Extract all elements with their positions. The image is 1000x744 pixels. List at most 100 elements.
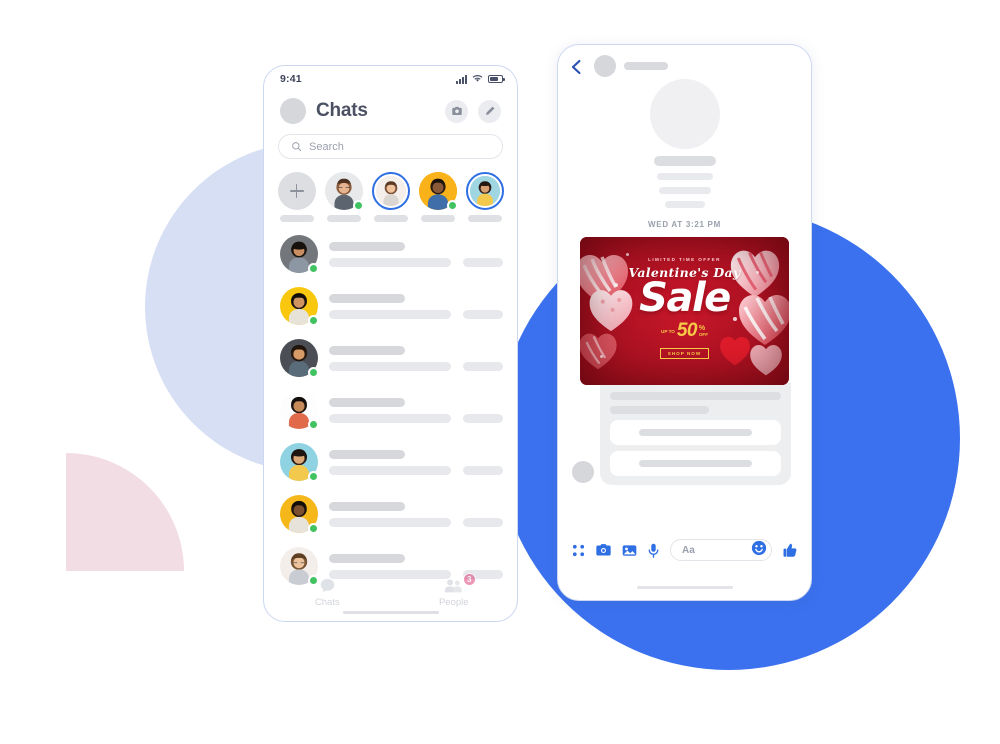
- back-button[interactable]: [570, 59, 582, 80]
- quick-reply-button[interactable]: [610, 420, 781, 445]
- chat-row-placeholders: [329, 293, 503, 319]
- chat-bubble-icon: [320, 578, 335, 593]
- photo-icon: [622, 544, 637, 556]
- gallery-button[interactable]: [622, 544, 637, 557]
- tab-chats[interactable]: Chats: [292, 577, 362, 608]
- plus-icon: [277, 172, 316, 210]
- avatar: [280, 235, 319, 274]
- online-indicator: [308, 263, 319, 274]
- status-bar: 9:41: [264, 66, 517, 92]
- table-row[interactable]: [264, 436, 517, 488]
- shop-now-button[interactable]: SHOP NOW: [659, 348, 710, 359]
- chat-row-placeholders: [329, 501, 503, 527]
- emoji-smiley-icon: [751, 540, 767, 555]
- contact-avatar[interactable]: [594, 55, 616, 77]
- ad-discount: UP TO 50 % OFF: [580, 320, 789, 342]
- message-line: [610, 406, 710, 414]
- ad-discount-suffix: OFF: [698, 332, 708, 337]
- search-input[interactable]: Search: [278, 134, 503, 159]
- ad-discount-value: 50: [676, 320, 698, 341]
- back-chevron-icon: [571, 59, 581, 75]
- message-input-placeholder: Aa: [682, 544, 695, 556]
- online-indicator: [308, 471, 319, 482]
- battery-icon: [488, 75, 505, 83]
- pink-quarter-circle-decoration: [66, 453, 184, 571]
- search-placeholder: Search: [309, 140, 344, 153]
- search-container: Search: [264, 126, 517, 168]
- people-icon: [445, 579, 462, 593]
- microphone-icon: [648, 543, 659, 558]
- story-label-placeholder: [326, 215, 361, 222]
- avatar: [280, 443, 319, 482]
- story-label-placeholder: [279, 215, 314, 222]
- story-avatar-1[interactable]: [323, 172, 364, 222]
- story-avatar-3[interactable]: [417, 172, 458, 222]
- story-label-placeholder: [420, 215, 455, 222]
- mic-button[interactable]: [648, 543, 659, 558]
- emoji-button[interactable]: [751, 540, 767, 561]
- ad-kicker: LIMITED TIME OFFER: [648, 257, 721, 262]
- camera-icon: [596, 544, 611, 556]
- profile-line: [653, 156, 716, 166]
- online-indicator: [308, 367, 319, 378]
- apps-button[interactable]: [572, 544, 585, 557]
- table-row[interactable]: [264, 228, 517, 280]
- chats-header: Chats: [264, 92, 517, 126]
- status-icons: [456, 70, 505, 88]
- avatar: [280, 339, 319, 378]
- story-avatar-4[interactable]: [464, 172, 505, 222]
- table-row[interactable]: [264, 280, 517, 332]
- status-time: 9:41: [280, 73, 302, 85]
- quick-reply-button[interactable]: [610, 451, 781, 476]
- like-button[interactable]: [783, 543, 797, 558]
- table-row[interactable]: [264, 384, 517, 436]
- camera-button[interactable]: [445, 99, 468, 123]
- sender-avatar: [572, 461, 594, 483]
- camera-icon: [451, 106, 462, 116]
- ad-content: LIMITED TIME OFFER Valentine's Day Sale …: [580, 257, 789, 360]
- contact-name-placeholder: [624, 62, 668, 70]
- wifi-icon: [472, 70, 483, 88]
- grid-apps-icon: [572, 544, 585, 556]
- stories-row: [264, 168, 517, 222]
- story-label-placeholder: [373, 215, 408, 222]
- chat-row-placeholders: [329, 241, 503, 267]
- ad-message-container: LIMITED TIME OFFER Valentine's Day Sale …: [558, 237, 811, 385]
- online-indicator: [308, 315, 319, 326]
- profile-line: [656, 173, 713, 180]
- ad-discount-percent: %: [698, 325, 706, 332]
- message-card[interactable]: [600, 383, 791, 485]
- contact-profile: [558, 71, 811, 208]
- avatar: [280, 495, 319, 534]
- search-icon: [292, 142, 302, 152]
- online-indicator: [308, 523, 319, 534]
- tab-people[interactable]: 3 People: [419, 573, 489, 608]
- page-title: Chats: [316, 100, 368, 121]
- left-phone-frame: 9:41 Chats Search Chats 3 People: [263, 65, 518, 622]
- online-indicator: [352, 200, 364, 211]
- profile-line: [664, 201, 705, 208]
- avatar[interactable]: [280, 98, 306, 124]
- compose-button[interactable]: [478, 99, 501, 123]
- chat-row-placeholders: [329, 397, 503, 423]
- chat-row-placeholders: [329, 345, 503, 371]
- profile-line: [658, 187, 711, 194]
- add-story-button[interactable]: [276, 172, 317, 222]
- large-contact-avatar[interactable]: [649, 79, 720, 149]
- online-indicator: [446, 200, 458, 211]
- story-avatar-2[interactable]: [370, 172, 411, 222]
- chat-row-placeholders: [329, 449, 503, 475]
- online-indicator: [308, 419, 319, 430]
- message-input[interactable]: Aa: [670, 539, 772, 561]
- pencil-icon: [485, 106, 494, 116]
- status-badge: 3: [462, 573, 476, 586]
- valentines-sale-ad[interactable]: LIMITED TIME OFFER Valentine's Day Sale …: [580, 237, 789, 385]
- camera-button[interactable]: [596, 543, 611, 557]
- story-label-placeholder: [467, 215, 502, 222]
- table-row[interactable]: [264, 332, 517, 384]
- message-timestamp: WED AT 3:21 PM: [648, 220, 721, 229]
- right-phone-frame: WED AT 3:21 PM LIMITED TIME OFFER Valent…: [557, 44, 812, 601]
- avatar: [280, 287, 319, 326]
- ad-headline-main: Sale: [639, 275, 731, 321]
- table-row[interactable]: [264, 488, 517, 540]
